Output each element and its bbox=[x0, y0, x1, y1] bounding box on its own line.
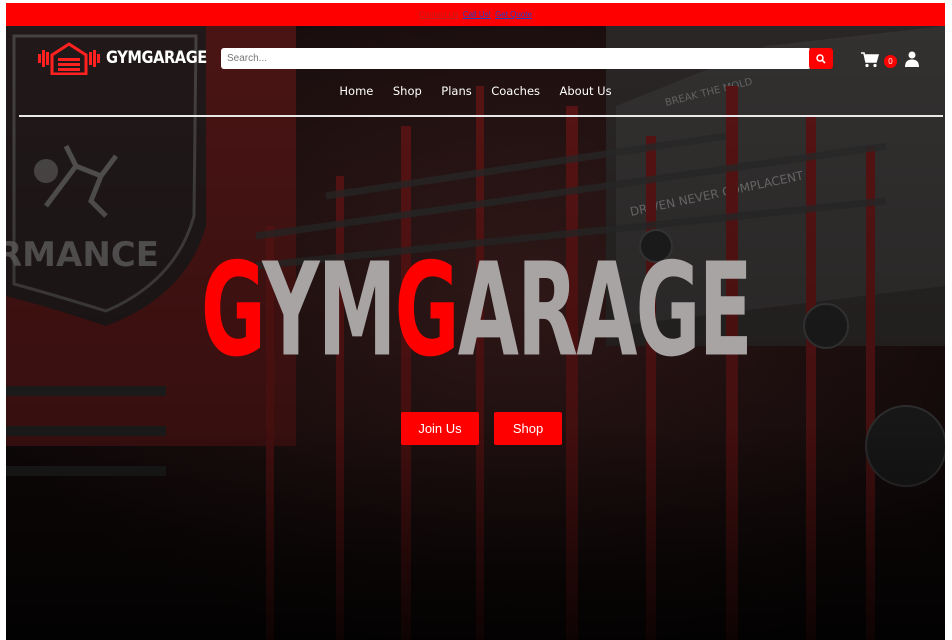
hero-title: GYMGARAGE bbox=[6, 236, 945, 386]
main-nav: Home Shop Plans Coaches About Us bbox=[6, 84, 945, 98]
user-icon[interactable] bbox=[905, 51, 919, 67]
nav-item-home[interactable]: Home bbox=[339, 84, 373, 98]
hero-title-part: G bbox=[200, 236, 263, 386]
nav-item-plans[interactable]: Plans bbox=[441, 84, 471, 98]
cart-count-badge: 0 bbox=[884, 55, 897, 68]
call-us-link[interactable]: Call Us! bbox=[463, 10, 491, 19]
nav-item-about-us[interactable]: About Us bbox=[560, 84, 612, 98]
nav-item-shop[interactable]: Shop bbox=[393, 84, 422, 98]
search-box bbox=[221, 48, 811, 69]
hero-title-part: ARAGE bbox=[457, 236, 752, 386]
top-contact-bar: Contact Us Call Us! Get Quote bbox=[6, 3, 945, 26]
join-us-button[interactable]: Join Us bbox=[401, 412, 479, 445]
search-input[interactable] bbox=[221, 48, 811, 69]
page: Contact Us Call Us! Get Quote GYMGARAGE … bbox=[0, 0, 952, 640]
contact-us-link[interactable]: Contact Us bbox=[419, 10, 459, 19]
hero-section: RMANCE DRIVEN NEVER COMPLACENT BREAK THE… bbox=[6, 26, 945, 640]
get-quote-link[interactable]: Get Quote bbox=[495, 10, 532, 19]
hero-title-part: G bbox=[394, 236, 459, 386]
shop-button[interactable]: Shop bbox=[494, 412, 562, 445]
search-button[interactable] bbox=[809, 48, 833, 69]
search-icon bbox=[816, 53, 826, 64]
nav-divider bbox=[19, 115, 943, 117]
nav-item-coaches[interactable]: Coaches bbox=[491, 84, 540, 98]
brand-name: GYMGARAGE bbox=[106, 48, 207, 68]
cart-icon[interactable] bbox=[861, 52, 879, 68]
garage-dumbbell-icon bbox=[38, 42, 100, 75]
hero-title-part: YM bbox=[261, 236, 396, 386]
brand-logo[interactable]: GYMGARAGE bbox=[38, 41, 223, 75]
